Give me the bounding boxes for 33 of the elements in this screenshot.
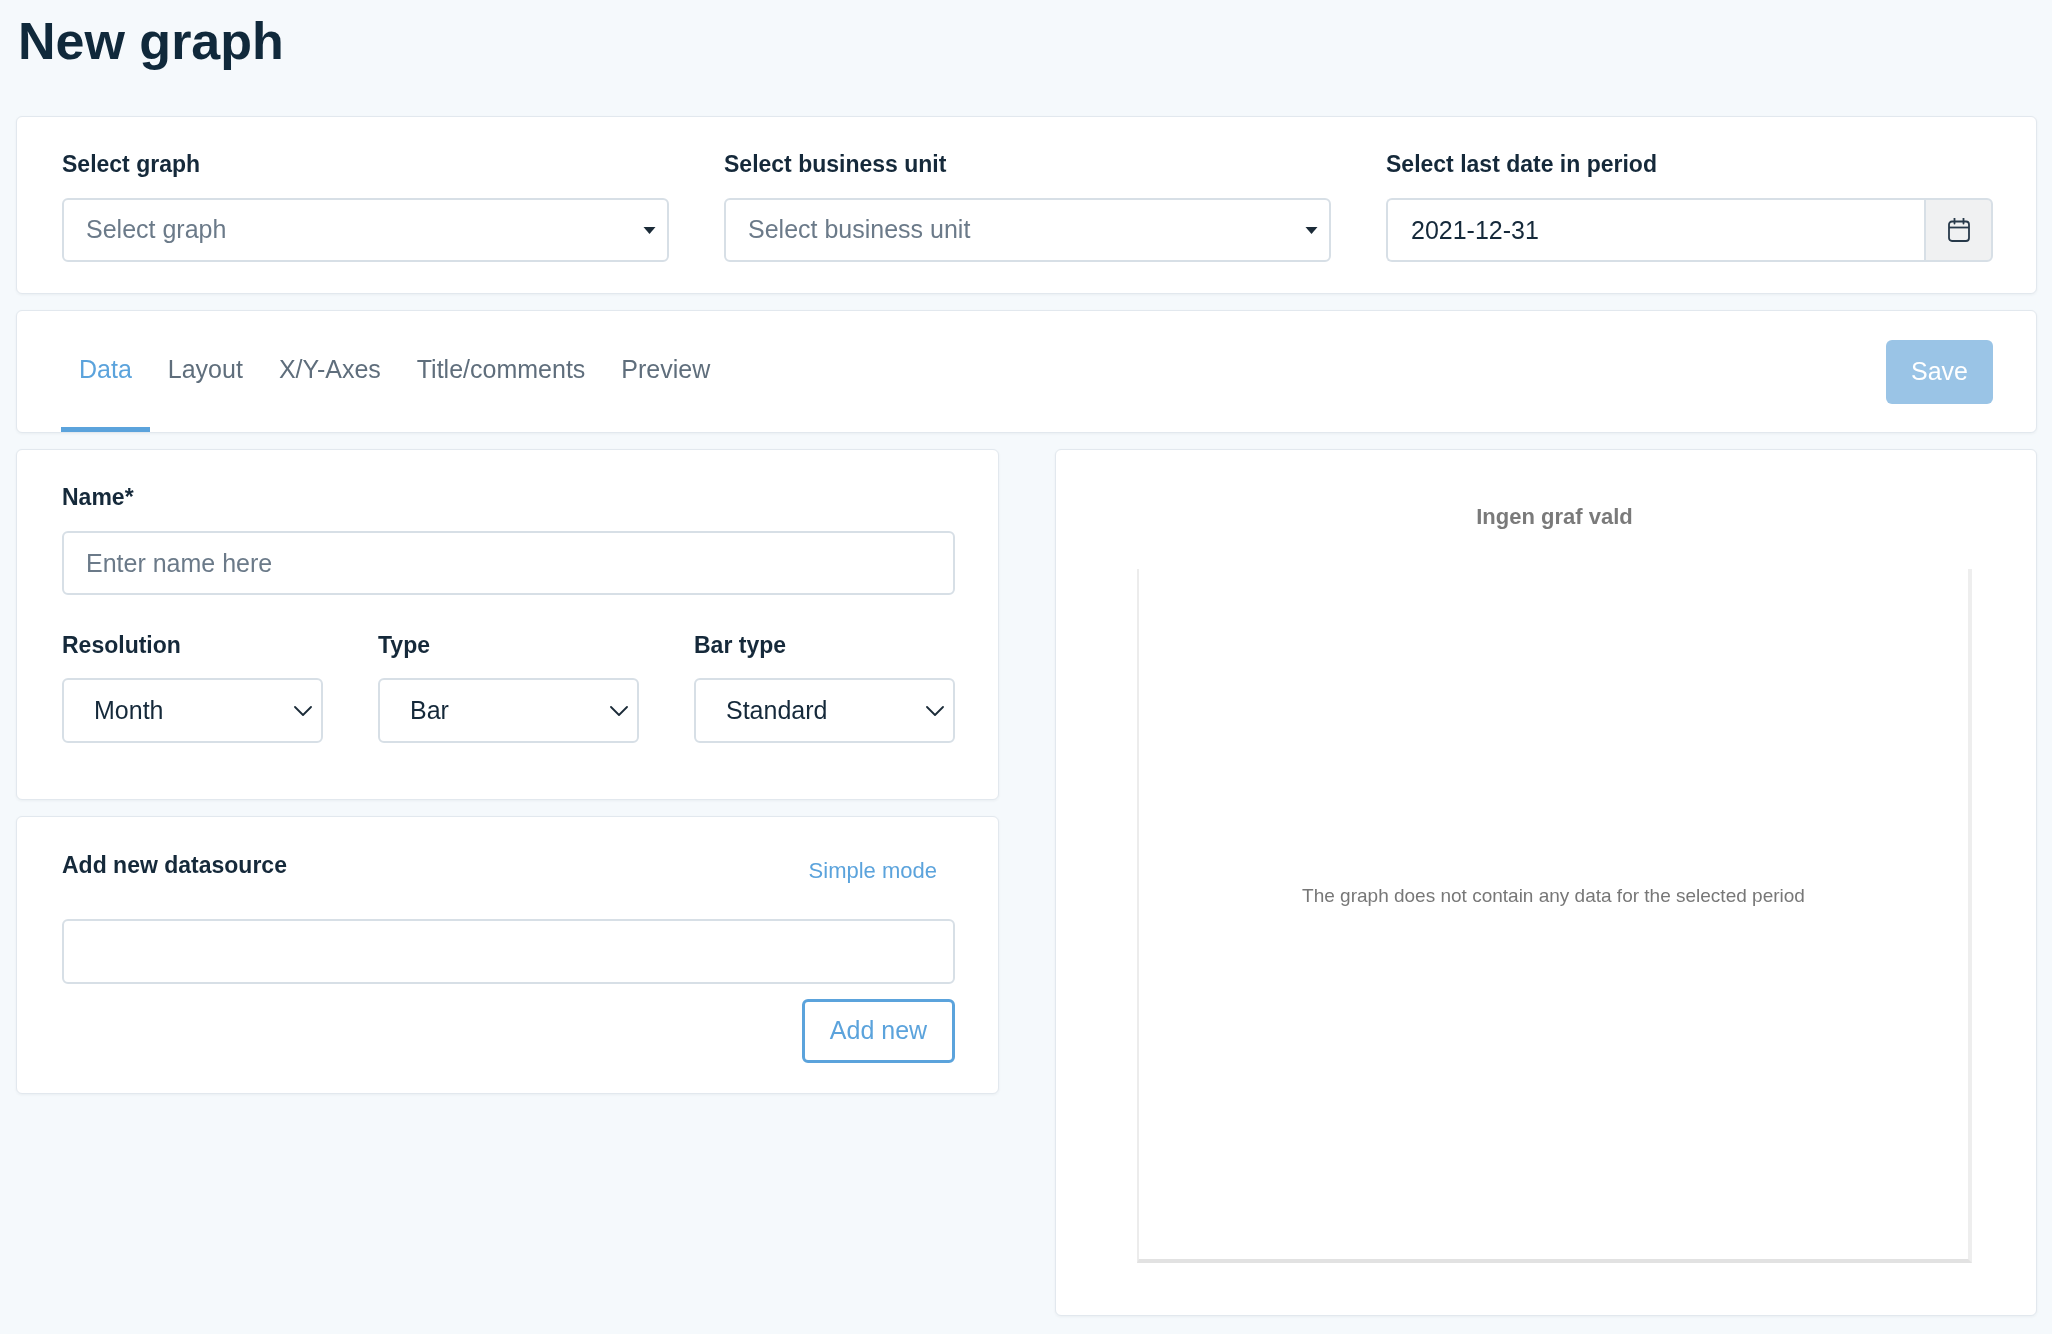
- field-label: Bar type: [694, 631, 787, 659]
- field-label: Select last date in period: [1386, 150, 1657, 178]
- dropdown-field[interactable]: Select graph: [62, 198, 669, 262]
- field-label: Name*: [62, 483, 134, 511]
- dropdown-field[interactable]: Month: [62, 678, 323, 743]
- chevron-down-icon: [926, 705, 944, 716]
- tab[interactable]: Data: [61, 311, 150, 432]
- dropdown-field[interactable]: Bar: [378, 678, 639, 743]
- preview-title: Ingen graf vald: [1476, 503, 1633, 531]
- chevron-down-icon: [610, 705, 628, 716]
- calendar-button[interactable]: [1924, 198, 1993, 262]
- dropdown-field[interactable]: Standard: [694, 678, 955, 743]
- tab[interactable]: Title/comments: [398, 311, 604, 432]
- date-input[interactable]: 2021-12-31: [1386, 198, 1924, 262]
- datasource-input[interactable]: [62, 919, 955, 984]
- field-label: Select graph: [62, 150, 201, 178]
- caret-down-icon: [643, 226, 656, 234]
- dropdown-field[interactable]: Select business unit: [724, 198, 1331, 262]
- caret-down-icon: [1305, 226, 1318, 234]
- calendar-icon: [1947, 218, 1970, 242]
- chevron-down-icon: [294, 705, 312, 716]
- add-new-button[interactable]: Add new: [802, 999, 955, 1063]
- page-title: New graph: [18, 11, 284, 71]
- field-label: Resolution: [62, 631, 181, 659]
- tab[interactable]: Preview: [603, 311, 729, 432]
- empty-chart-message: The graph does not contain any data for the selected period: [1302, 884, 1805, 908]
- tab[interactable]: Layout: [149, 311, 261, 432]
- name-input[interactable]: Enter name here: [62, 531, 955, 595]
- section-title: Add new datasource: [62, 851, 287, 879]
- simple-mode-link[interactable]: Simple mode: [808, 857, 937, 885]
- field-label: Type: [378, 631, 430, 659]
- tab[interactable]: X/Y-Axes: [260, 311, 399, 432]
- field-label: Select business unit: [724, 150, 947, 178]
